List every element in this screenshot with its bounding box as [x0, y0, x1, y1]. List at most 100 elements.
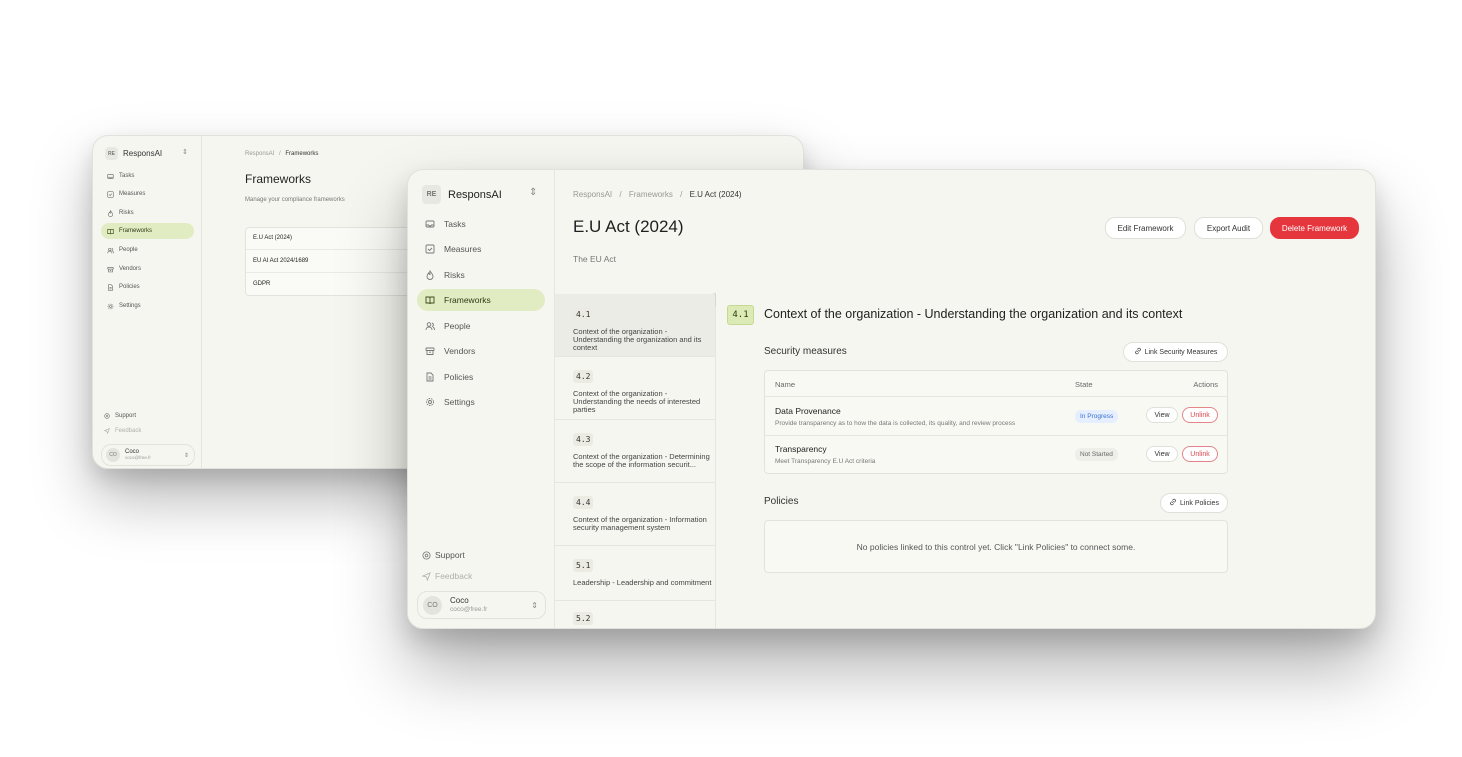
status-badge: In Progress [1075, 410, 1119, 423]
sidebar-item-label: People [444, 321, 471, 331]
support-link[interactable]: Support [421, 550, 465, 560]
sidebar-item-label: People [119, 247, 138, 253]
user-menu[interactable]: CO Coco coco@free.fr ⇕ [417, 591, 546, 619]
control-item[interactable]: 4.3 Context of the organization - Determ… [555, 419, 715, 483]
control-item[interactable]: 4.2 Context of the organization - Unders… [555, 356, 715, 420]
breadcrumb-separator: / [619, 190, 622, 199]
book-icon [423, 295, 437, 305]
sidebar-item-measures[interactable]: Measures [101, 187, 194, 201]
sidebar-item-policies[interactable]: Policies [101, 280, 194, 294]
delete-framework-button[interactable]: Delete Framework [1270, 217, 1359, 239]
breadcrumb: ResponsAI / Frameworks / E.U Act (2024) [573, 190, 742, 199]
sidebar-item-vendors[interactable]: Vendors [101, 262, 194, 276]
breadcrumb-frameworks[interactable]: Frameworks [629, 190, 673, 199]
sidebar-item-label: Frameworks [444, 295, 491, 305]
control-item[interactable]: 5.2 [555, 600, 715, 628]
help-circle-icon [421, 550, 431, 560]
sidebar: RE ResponsAI ⇕ Tasks Measures Risks Fram… [408, 170, 555, 628]
security-measures-table: Name State Actions Data Provenance Provi… [764, 370, 1228, 474]
sidebar-item-label: Settings [444, 397, 475, 407]
sidebar-item-people[interactable]: People [101, 243, 194, 257]
breadcrumb-current: E.U Act (2024) [689, 190, 742, 199]
page-subtitle: Manage your compliance frameworks [245, 197, 345, 203]
sidebar-item-label: Vendors [119, 266, 142, 272]
control-text: Leadership - Leadership and commitment [573, 578, 712, 587]
control-code: 4.1 [573, 308, 594, 321]
brand-switcher[interactable]: RE ResponsAI [105, 147, 162, 160]
unlink-button[interactable]: Unlink [1182, 407, 1218, 423]
sidebar-item-tasks[interactable]: Tasks [101, 169, 194, 183]
breadcrumb-root[interactable]: ResponsAI [573, 190, 612, 199]
sidebar-item-settings[interactable]: Settings [101, 299, 194, 313]
control-text: Context of the organization - Understand… [573, 327, 702, 352]
sidebar-item-risks[interactable]: Risks [101, 206, 194, 220]
column-header-state: State [1075, 380, 1093, 389]
sidebar-item-policies[interactable]: Policies [417, 367, 545, 387]
user-menu[interactable]: CO Coco coco@free.fr ⇕ [101, 444, 195, 466]
control-item[interactable]: 5.1 Leadership - Leadership and commitme… [555, 545, 715, 601]
file-icon [423, 372, 437, 382]
sidebar-item-label: Policies [444, 372, 474, 382]
view-button[interactable]: View [1146, 446, 1178, 462]
table-row[interactable]: Data Provenance Provide transparency as … [765, 397, 1227, 435]
control-code: 4.4 [573, 496, 594, 509]
breadcrumb-root[interactable]: ResponsAI [245, 151, 274, 157]
box-icon [104, 266, 116, 273]
view-button[interactable]: View [1146, 407, 1178, 423]
brand-logo: RE [422, 185, 441, 204]
unlink-button[interactable]: Unlink [1182, 446, 1218, 462]
policies-empty-state: No policies linked to this control yet. … [764, 520, 1228, 573]
send-icon [421, 571, 431, 581]
link-security-measures-label: Link Security Measures [1144, 348, 1218, 356]
link-policies-button[interactable]: Link Policies [1160, 493, 1228, 513]
export-audit-button[interactable]: Export Audit [1194, 217, 1263, 239]
control-code: 5.1 [573, 559, 594, 572]
feedback-link[interactable]: Feedback [103, 428, 141, 434]
sidebar-item-risks[interactable]: Risks [417, 265, 545, 285]
avatar: CO [106, 448, 120, 462]
control-item[interactable]: 4.4 Context of the organization - Inform… [555, 482, 715, 546]
feedback-label: Feedback [435, 571, 473, 581]
sidebar-item-frameworks[interactable]: Frameworks [101, 223, 194, 239]
feedback-link[interactable]: Feedback [421, 571, 472, 581]
control-text: Context of the organization - Determinin… [573, 452, 710, 469]
sidebar-item-tasks[interactable]: Tasks [417, 214, 545, 234]
sidebar: RE ResponsAI ⇕ Tasks Measures Risks Fram… [93, 136, 202, 468]
chevron-updown-icon: ⇕ [531, 600, 538, 610]
feedback-label: Feedback [115, 428, 142, 434]
sidebar-item-label: Measures [444, 244, 482, 254]
sidebar-item-vendors[interactable]: Vendors [417, 341, 545, 361]
sidebar-item-label: Measures [119, 191, 146, 197]
edit-framework-button[interactable]: Edit Framework [1105, 217, 1186, 239]
breadcrumb-separator: / [680, 190, 683, 199]
app-window: RE ResponsAI ⇕ Tasks Measures Risks Fram… [407, 169, 1376, 629]
sidebar-item-measures[interactable]: Measures [417, 239, 545, 259]
sidebar-item-frameworks[interactable]: Frameworks [417, 289, 545, 311]
table-row[interactable]: Transparency Meet Transparency E.U Act c… [765, 436, 1227, 473]
sidebar-item-settings[interactable]: Settings [417, 392, 545, 412]
chevron-updown-icon[interactable]: ⇕ [182, 148, 188, 156]
control-code: 4.3 [573, 433, 594, 446]
sidebar-item-people[interactable]: People [417, 316, 545, 336]
support-label: Support [435, 550, 465, 560]
chevron-updown-icon[interactable]: ⇕ [529, 187, 537, 198]
control-item-active[interactable]: 4.1 Context of the organization - Unders… [555, 294, 715, 357]
page-title: E.U Act (2024) [573, 217, 684, 236]
sidebar-item-label: Frameworks [119, 228, 153, 234]
user-name: Coco [450, 596, 469, 605]
user-email: coco@free.fr [450, 606, 488, 613]
link-security-measures-button[interactable]: Link Security Measures [1123, 342, 1228, 362]
brand-switcher[interactable]: RE ResponsAI [422, 185, 502, 204]
control-text: Context of the organization - Understand… [573, 389, 701, 414]
brand-name: ResponsAI [448, 188, 502, 201]
support-link[interactable]: Support [103, 413, 136, 419]
sidebar-item-label: Tasks [119, 173, 135, 179]
flame-icon [423, 270, 437, 280]
help-circle-icon [103, 413, 111, 419]
user-email: coco@free.fr [125, 455, 151, 460]
link-policies-label: Link Policies [1180, 499, 1219, 507]
support-label: Support [115, 413, 137, 419]
gear-icon [104, 303, 116, 310]
avatar: CO [423, 595, 442, 615]
inbox-icon [423, 219, 437, 229]
